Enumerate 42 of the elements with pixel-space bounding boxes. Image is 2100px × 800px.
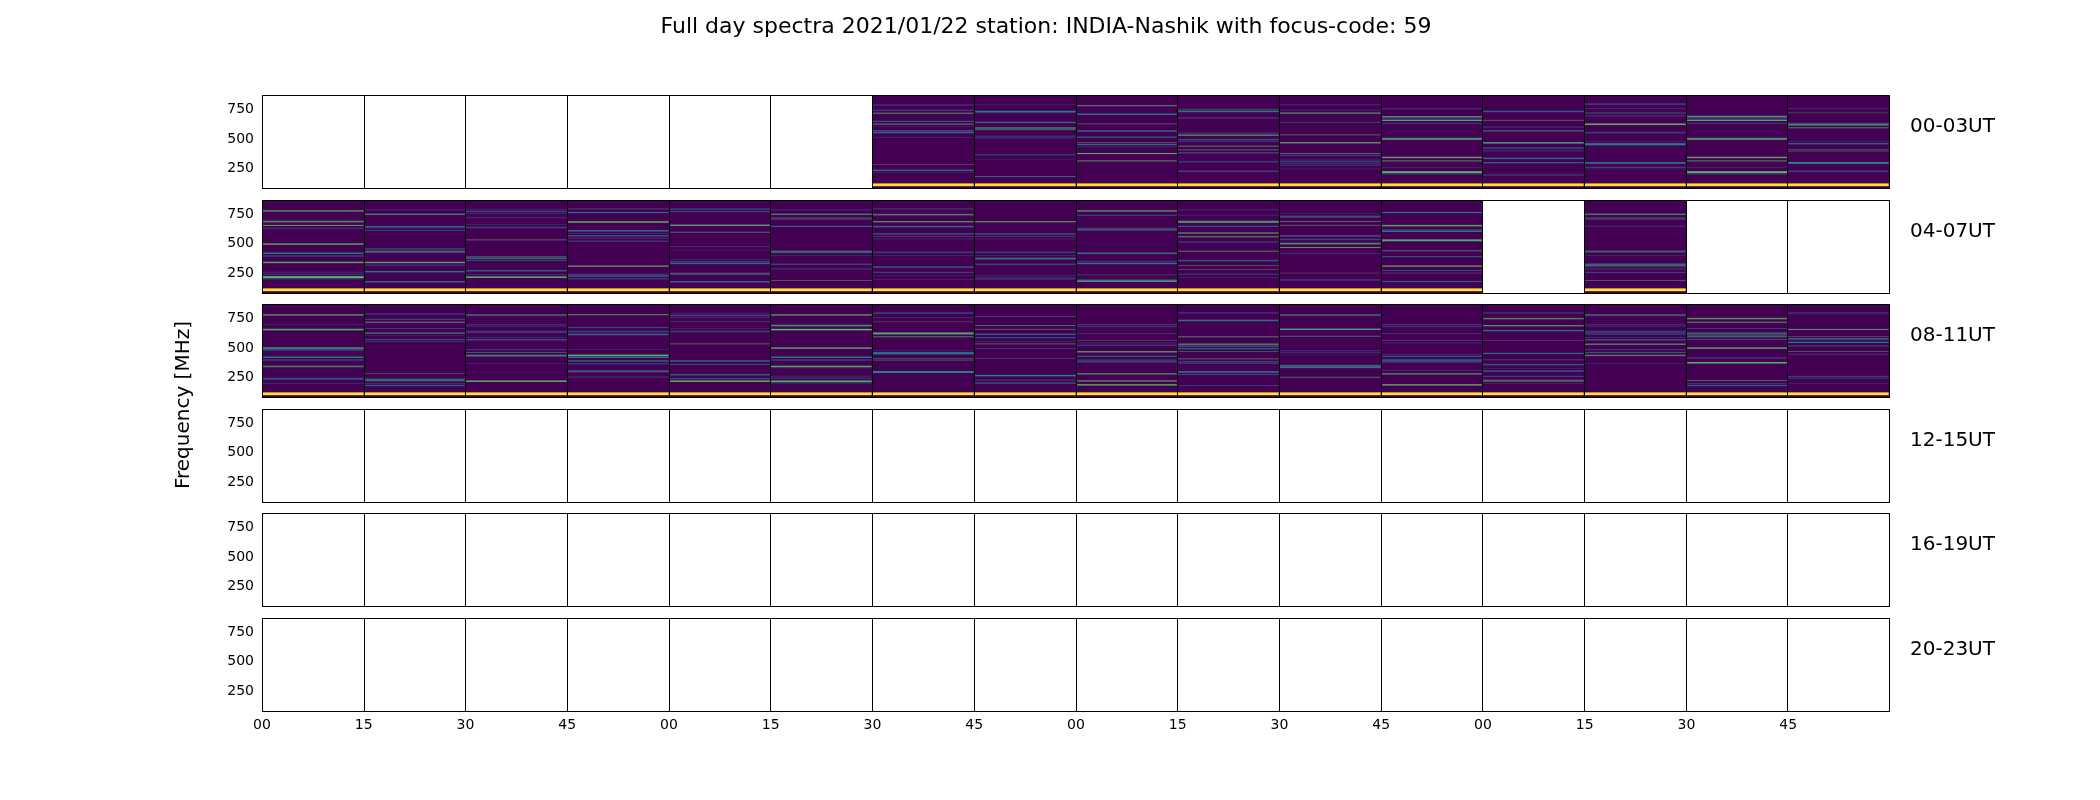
row-label: 12-15UT [1909,425,1995,453]
tick-label: 250 [227,159,254,176]
chart-title: Full day spectra 2021/01/22 station: INDIA-Nashik with focus-code: 59 [659,12,1433,40]
tick-label: 750 [227,309,254,326]
axis-label: Frequency [MHz] [170,320,194,490]
tick-label: 30 [863,716,882,732]
tick-label: 250 [227,263,254,280]
tick-label: 250 [227,368,254,385]
tick-label: 750 [227,413,254,430]
tick-label: 500 [227,443,254,460]
tick-label: 750 [227,100,254,117]
row-label: 20-23UT [1909,634,1995,662]
tick-label: 15 [1168,716,1187,732]
tick-label: 500 [227,129,254,146]
tick-label: 00 [1067,716,1085,732]
row-label: 04-07UT [1909,216,1995,244]
tick-label: 250 [227,472,254,489]
row-label: 00-03UT [1909,112,1995,139]
tick-label: 45 [558,716,577,732]
row-label: 16-19UT [1909,530,1995,557]
tick-label: 30 [1677,716,1696,732]
tick-label: 750 [227,518,254,535]
tick-label: 500 [227,547,254,564]
tick-label: 45 [965,716,984,732]
tick-label: 500 [227,338,254,355]
tick-label: 15 [1575,716,1594,732]
tick-label: 750 [227,622,254,639]
tick-label: 45 [1779,716,1798,732]
row-label: 08-11UT [1909,321,1995,348]
tick-label: 250 [227,681,254,698]
tick-label: 00 [253,716,271,732]
tick-label: 750 [227,204,254,221]
tick-label: 500 [227,234,254,251]
tick-label: 30 [1270,716,1289,732]
tick-label: 00 [1474,716,1492,732]
tick-label: 00 [660,716,678,732]
tick-label: 45 [1372,716,1391,732]
tick-label: 500 [227,652,254,669]
tick-label: 15 [354,716,373,732]
tick-label: 15 [761,716,780,732]
tick-label: 30 [456,716,475,732]
tick-label: 250 [227,577,254,594]
